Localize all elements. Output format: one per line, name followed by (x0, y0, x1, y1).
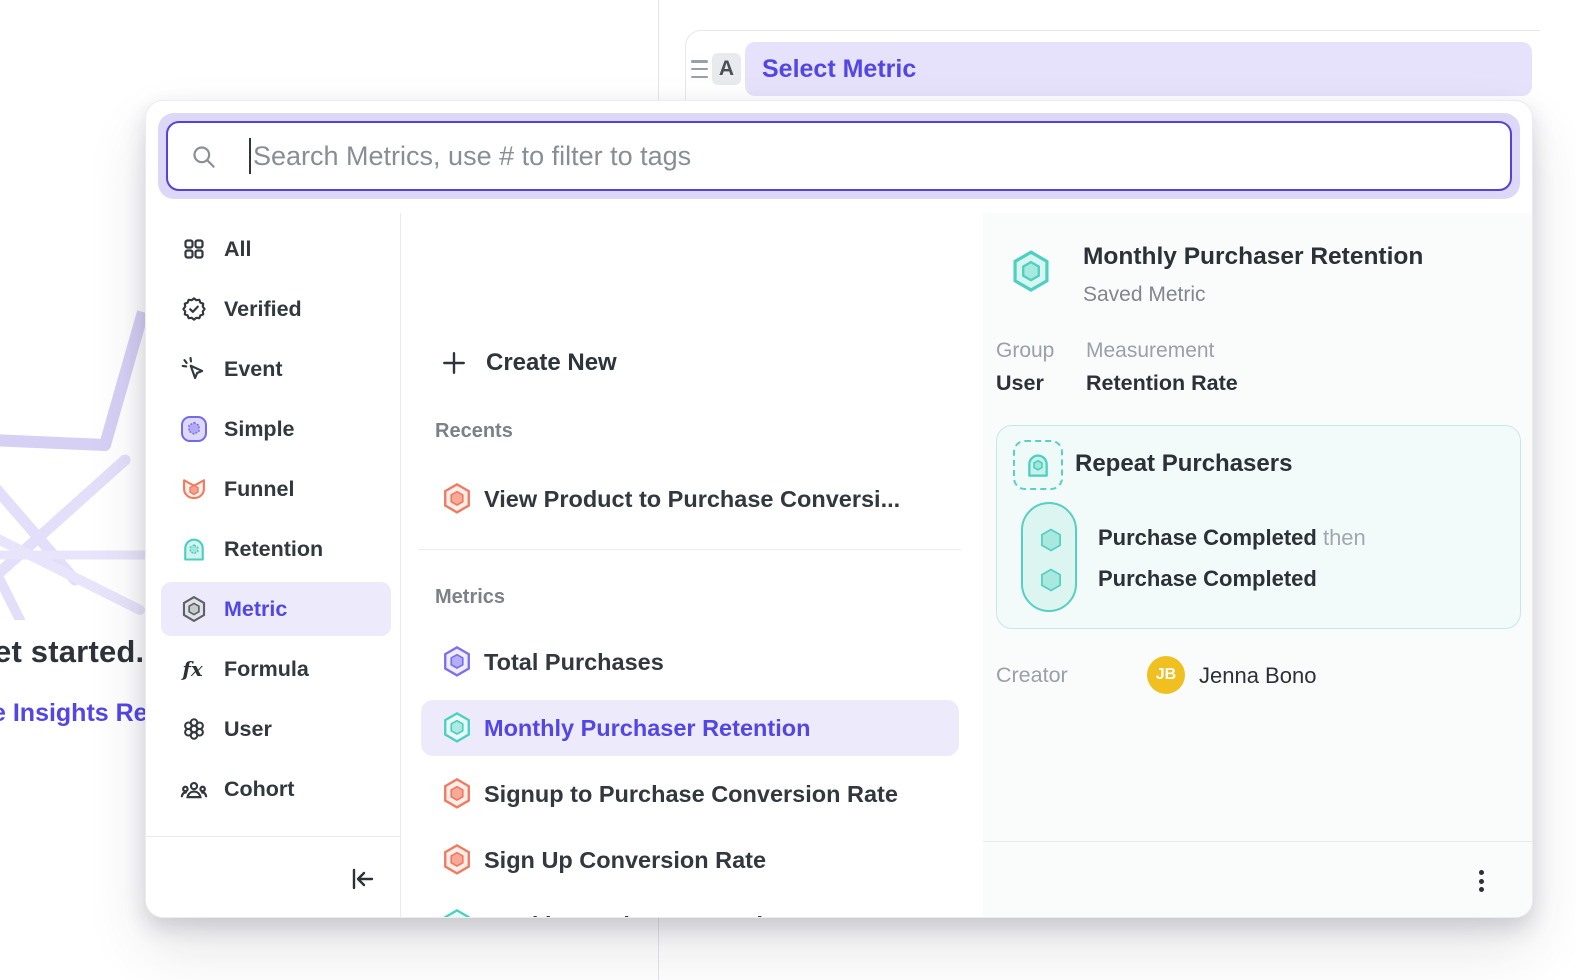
sidebar-item-retention[interactable]: Retention (161, 522, 391, 576)
definition-step-2: Purchase Completed (1098, 566, 1317, 592)
sidebar-item-verified[interactable]: Verified (161, 282, 391, 336)
measurement-label: Measurement (1086, 339, 1214, 363)
plus-icon (441, 350, 467, 376)
orange-hexagon-icon (441, 843, 473, 877)
create-new-button[interactable]: Create New (401, 334, 983, 392)
detail-title: Monthly Purchaser Retention (1083, 243, 1423, 271)
sidebar-item-event[interactable]: Event (161, 342, 391, 396)
recent-item[interactable]: View Product to Purchase Conversi... (421, 471, 959, 527)
list-divider (418, 549, 961, 550)
retention-icon (179, 534, 209, 564)
step-hexagon-icon (1037, 566, 1065, 594)
formula-icon: fx (179, 654, 209, 684)
metric-item-monthly-purchaser-retention[interactable]: Monthly Purchaser Retention (421, 700, 959, 756)
creator-label: Creator (996, 663, 1068, 688)
recents-header: Recents (435, 420, 513, 443)
search-band: Search Metrics, use # to filter to tags (158, 113, 1520, 199)
background-report-link-fragment[interactable]: e Insights Re (0, 699, 148, 728)
metric-item-signup-to-purchase[interactable]: Signup to Purchase Conversion Rate (421, 766, 959, 822)
sidebar-footer (146, 836, 401, 918)
teal-hexagon-icon (441, 908, 473, 918)
filter-sidebar: All Verified Event (146, 213, 401, 918)
search-placeholder: Search Metrics, use # to filter to tags (253, 141, 691, 172)
metric-item-weekly-purchase-retention[interactable]: Weekly Purchase Retention (421, 897, 959, 918)
svg-text:fx: fx (180, 657, 203, 681)
simple-metric-icon (179, 414, 209, 444)
metric-detail-panel: Monthly Purchaser Retention Saved Metric… (983, 213, 1533, 918)
teal-hexagon-icon (1009, 249, 1053, 295)
search-icon (190, 143, 217, 170)
measurement-value: Retention Rate (1086, 371, 1238, 396)
cursor-click-icon (179, 354, 209, 384)
background-heading-fragment: et started. (0, 634, 144, 670)
definition-name: Repeat Purchasers (1075, 450, 1292, 478)
group-value: User (996, 371, 1044, 396)
metric-row-badge: A (712, 53, 741, 85)
verified-badge-icon (179, 294, 209, 324)
search-input[interactable]: Search Metrics, use # to filter to tags (166, 121, 1512, 191)
sidebar-item-all[interactable]: All (161, 222, 391, 276)
sidebar-item-cohort[interactable]: Cohort (161, 762, 391, 816)
sidebar-item-user[interactable]: User (161, 702, 391, 756)
select-metric-label: Select Metric (762, 55, 916, 84)
purple-hexagon-icon (441, 645, 473, 679)
select-metric-button[interactable]: Select Metric (745, 42, 1532, 96)
user-cluster-icon (179, 714, 209, 744)
orange-hexagon-icon (441, 777, 473, 811)
funnel-steps-capsule (1021, 502, 1077, 612)
more-options-button[interactable] (1466, 865, 1496, 897)
creator-name: Jenna Bono (1199, 663, 1316, 689)
drag-handle-icon[interactable] (691, 60, 708, 78)
step-hexagon-icon (1037, 526, 1065, 554)
collapse-sidebar-button[interactable] (347, 863, 379, 895)
definition-step-1: Purchase Completed then (1098, 525, 1366, 551)
funnel-icon (179, 474, 209, 504)
detail-subtitle: Saved Metric (1083, 283, 1206, 307)
sidebar-item-formula[interactable]: fx Formula (161, 642, 391, 696)
detail-footer (983, 841, 1533, 918)
metric-picker-modal: Search Metrics, use # to filter to tags … (145, 100, 1533, 918)
metrics-header: Metrics (435, 586, 505, 609)
funnel-metric-icon (441, 482, 473, 516)
text-cursor (249, 138, 251, 174)
sidebar-item-metric[interactable]: Metric (161, 582, 391, 636)
sidebar-item-simple[interactable]: Simple (161, 402, 391, 456)
retention-definition-icon (1013, 440, 1063, 490)
metric-definition-card: Repeat Purchasers Purchase Completed the… (996, 425, 1521, 629)
background-line-illustration (0, 290, 150, 620)
cohort-icon (179, 774, 209, 804)
metric-list: Create New Recents View Product to Purch… (401, 213, 983, 918)
teal-hexagon-icon (441, 711, 473, 745)
grid-icon (179, 234, 209, 264)
creator-avatar: JB (1147, 656, 1185, 694)
collapse-left-icon (350, 867, 376, 891)
group-label: Group (996, 339, 1054, 363)
metric-item-total-purchases[interactable]: Total Purchases (421, 634, 959, 690)
sidebar-item-funnel[interactable]: Funnel (161, 462, 391, 516)
metric-hexagon-icon (179, 594, 209, 624)
metric-item-sign-up-conversion[interactable]: Sign Up Conversion Rate (421, 832, 959, 888)
